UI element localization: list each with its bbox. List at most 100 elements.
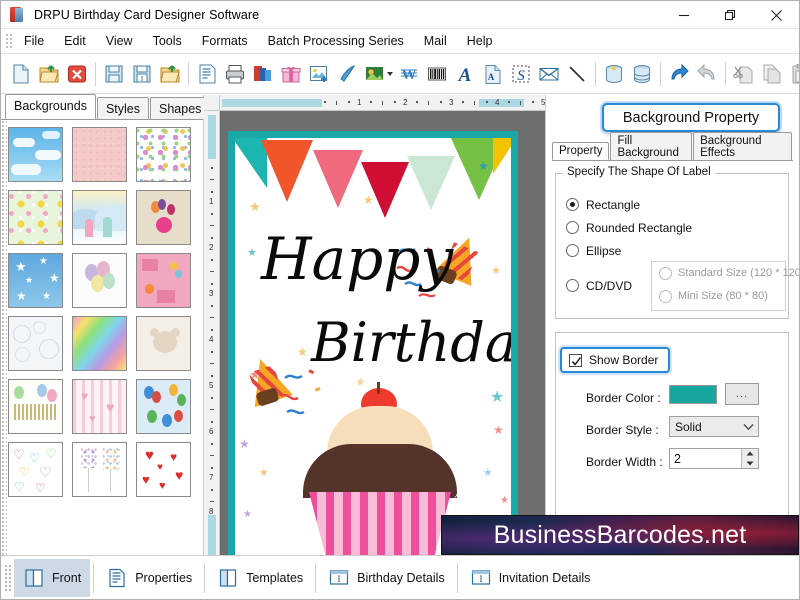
background-thumbnail-red-hearts[interactable]: ♥ ♥ ♥ ♥ ♥ ♥: [136, 442, 191, 497]
gift-icon[interactable]: [277, 59, 305, 89]
radio-cd-dvd[interactable]: [566, 279, 579, 292]
cut-icon[interactable]: [730, 59, 758, 89]
save-as-icon[interactable]: I: [128, 59, 156, 89]
bottom-tab-front[interactable]: Front: [14, 559, 90, 597]
background-thumbnail-pink-cakes[interactable]: [136, 253, 191, 308]
database-icon[interactable]: [600, 59, 628, 89]
watermark-icon[interactable]: W: [395, 59, 423, 89]
radio-rounded-rectangle-label[interactable]: Rounded Rectangle: [586, 221, 692, 235]
barcode-icon[interactable]: [423, 59, 451, 89]
background-thumbnail-pink-hearts-texture[interactable]: [72, 127, 127, 182]
radio-cd-dvd-label[interactable]: CD/DVD: [586, 279, 632, 293]
close-document-icon[interactable]: [63, 59, 91, 89]
menu-item-help[interactable]: Help: [457, 31, 503, 51]
background-thumbnail-blue-stars[interactable]: ★ ★ ★ ★ ★ ★: [8, 253, 63, 308]
background-thumbnail-pink-heart-stripes[interactable]: ♥ ♥ ♥: [72, 379, 127, 434]
tab-background-effects[interactable]: Background Effects: [693, 132, 792, 160]
tab-property[interactable]: Property: [552, 142, 609, 160]
undo-icon[interactable]: [665, 59, 693, 89]
border-style-dropdown[interactable]: Solid: [669, 416, 759, 437]
background-thumbnail-clouds-sky[interactable]: [8, 127, 63, 182]
background-thumbnail-colorful-balloons[interactable]: [136, 379, 191, 434]
radio-ellipse[interactable]: [566, 244, 579, 257]
new-document-icon[interactable]: [7, 59, 35, 89]
chevron-down-icon[interactable]: [387, 72, 393, 76]
radio-standard-size[interactable]: [659, 267, 672, 280]
bottom-tab-templates[interactable]: Templates: [208, 559, 312, 597]
copy-icon[interactable]: [758, 59, 786, 89]
radio-mini-size[interactable]: [659, 290, 672, 303]
horizontal-ruler[interactable]: 1 2 3 4 5: [204, 95, 545, 111]
bottom-tab-invitation-details[interactable]: I Invitation Details: [461, 559, 600, 597]
background-thumbnail-winter-scene[interactable]: [72, 190, 127, 245]
menu-item-formats[interactable]: Formats: [192, 31, 258, 51]
bottom-bar-grip[interactable]: [4, 564, 11, 592]
show-border-checkbox-wrap[interactable]: Show Border: [560, 347, 670, 373]
add-image-icon[interactable]: [305, 59, 333, 89]
background-thumbnail-yellow-daisies[interactable]: [8, 190, 63, 245]
email-icon[interactable]: [535, 59, 563, 89]
border-width-stepper[interactable]: 2: [669, 448, 759, 469]
background-thumbnail-white-balloons[interactable]: [72, 253, 127, 308]
radio-rectangle-label[interactable]: Rectangle: [586, 198, 640, 212]
signature-icon[interactable]: S: [507, 59, 535, 89]
print-icon[interactable]: [221, 59, 249, 89]
stepper-down-icon[interactable]: [742, 459, 758, 469]
background-thumbnail-beige-teddy[interactable]: [136, 316, 191, 371]
background-thumbnail-outline-hearts[interactable]: ♡ ♡ ♡ ♡ ♡ ♡ ♡: [8, 442, 63, 497]
image-gallery-icon[interactable]: [361, 59, 395, 89]
save-icon[interactable]: [100, 59, 128, 89]
bottom-tab-birthday-details[interactable]: I Birthday Details: [319, 559, 454, 597]
paste-icon[interactable]: [786, 59, 800, 89]
menu-item-batch-processing-series[interactable]: Batch Processing Series: [258, 31, 414, 51]
menu-item-tools[interactable]: Tools: [143, 31, 192, 51]
radio-rectangle[interactable]: [566, 198, 579, 211]
menu-item-mail[interactable]: Mail: [414, 31, 457, 51]
tab-shapes[interactable]: Shapes: [150, 97, 210, 119]
print-preview-icon[interactable]: [193, 59, 221, 89]
greeting-line-1[interactable]: Happy: [261, 230, 453, 288]
radio-ellipse-label[interactable]: Ellipse: [586, 244, 621, 258]
open-recent-icon[interactable]: [156, 59, 184, 89]
background-thumbnail-beige-balloons[interactable]: [136, 190, 191, 245]
line-icon[interactable]: [563, 59, 591, 89]
text-icon[interactable]: A: [451, 59, 479, 89]
background-thumbnail-bubbles[interactable]: [8, 316, 63, 371]
tab-backgrounds[interactable]: Backgrounds: [5, 94, 96, 119]
redo-icon[interactable]: [693, 59, 721, 89]
open-folder-icon[interactable]: [35, 59, 63, 89]
text-box-icon[interactable]: A: [479, 59, 507, 89]
greeting-line-2[interactable]: Birthday: [311, 316, 518, 370]
tab-styles[interactable]: Styles: [97, 97, 149, 119]
menu-item-view[interactable]: View: [96, 31, 143, 51]
bottom-tab-properties[interactable]: Properties: [97, 559, 201, 597]
minimize-icon[interactable]: [661, 1, 707, 29]
show-border-checkbox[interactable]: [569, 354, 582, 367]
tab-fill-background[interactable]: Fill Background: [610, 132, 692, 160]
background-thumbnail-happy-birthday-balloons[interactable]: [8, 379, 63, 434]
background-thumbnail-balloon-bouquets[interactable]: [72, 442, 127, 497]
radio-rounded-rectangle[interactable]: [566, 221, 579, 234]
pen-icon[interactable]: [333, 59, 361, 89]
database-stack-icon[interactable]: [628, 59, 656, 89]
vertical-ruler[interactable]: 1 2 3 4 5 6: [204, 111, 220, 555]
card-stack-icon[interactable]: [249, 59, 277, 89]
left-panel-grip[interactable]: [1, 120, 7, 555]
birthday-card[interactable]: ★ ★ ★ ★ ★ ★ ★ ★ ★ ★ ★ ★ ★ ★ ★ ★: [228, 131, 518, 555]
border-color-browse-button[interactable]: ...: [725, 383, 759, 405]
menu-item-file[interactable]: File: [14, 31, 54, 51]
radio-mini-size-label[interactable]: Mini Size (80 * 80): [678, 290, 768, 302]
chevron-down-icon[interactable]: [738, 423, 758, 431]
radio-standard-size-label[interactable]: Standard Size (120 * 120): [678, 267, 800, 279]
maximize-icon[interactable]: [707, 1, 753, 29]
book-icon: [8, 6, 26, 24]
menu-item-edit[interactable]: Edit: [54, 31, 96, 51]
border-width-value[interactable]: 2: [670, 452, 741, 466]
background-thumbnail-pastel-flowers[interactable]: [136, 127, 191, 182]
stepper-up-icon[interactable]: [742, 449, 758, 459]
menu-grip[interactable]: [5, 33, 12, 50]
canvas-viewport[interactable]: ★ ★ ★ ★ ★ ★ ★ ★ ★ ★ ★ ★ ★ ★ ★ ★: [204, 111, 545, 555]
background-thumbnail-rainbow-gradient[interactable]: [72, 316, 127, 371]
close-icon[interactable]: [753, 1, 799, 29]
border-color-swatch[interactable]: [669, 385, 717, 404]
